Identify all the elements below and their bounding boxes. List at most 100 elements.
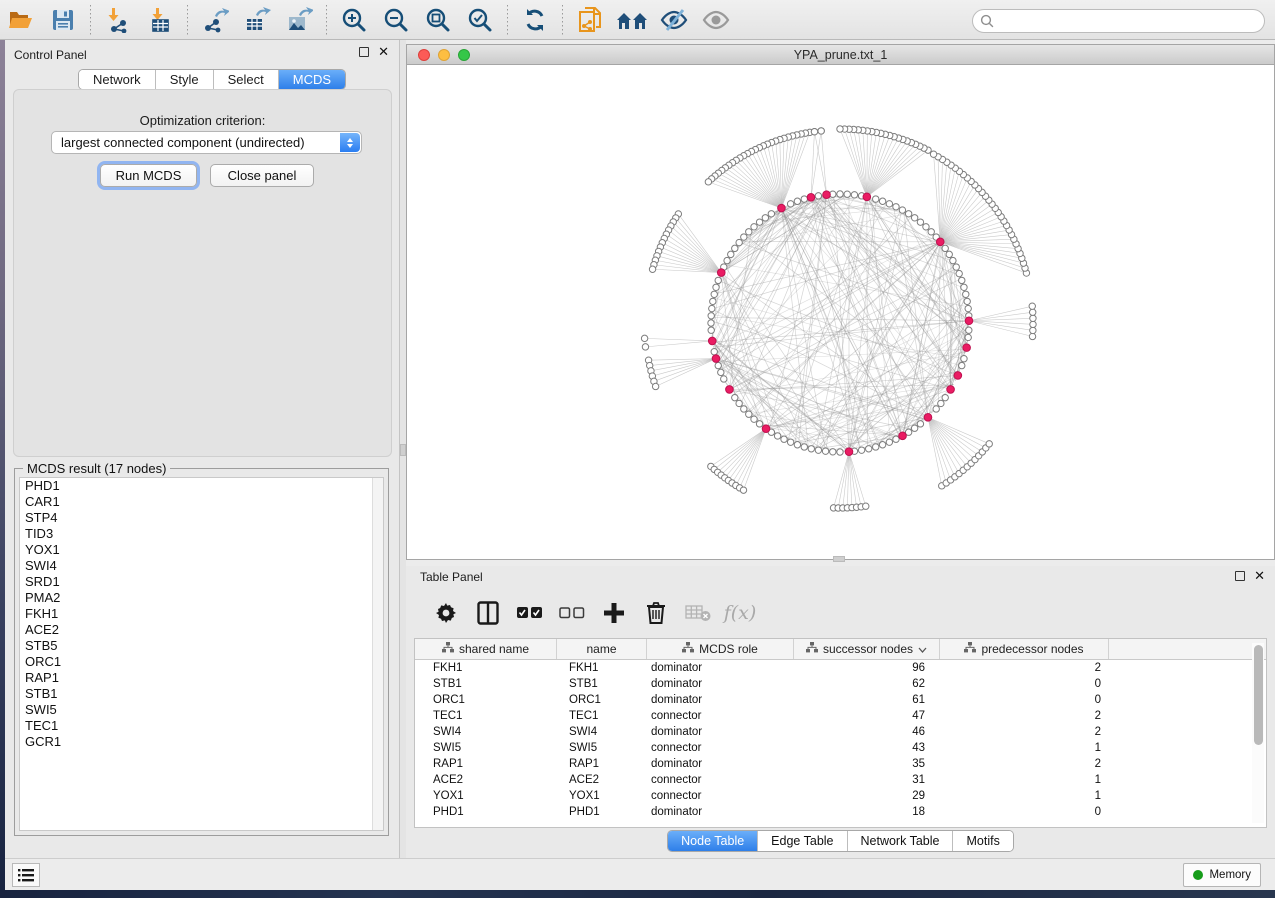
network-node[interactable] (708, 313, 714, 319)
network-node[interactable] (917, 219, 923, 225)
mcds-node-item[interactable]: YOX1 (20, 542, 383, 558)
network-node[interactable] (911, 215, 917, 221)
column-header-shared-name[interactable]: shared name (415, 639, 557, 659)
network-node[interactable] (708, 320, 714, 326)
search-input[interactable] (972, 9, 1265, 33)
network-node[interactable] (837, 126, 843, 132)
mcds-node-item[interactable]: STP4 (20, 510, 383, 526)
table-row[interactable]: FKH1FKH1dominator962 (415, 660, 1266, 676)
network-node[interactable] (815, 447, 821, 453)
network-node[interactable] (711, 291, 717, 297)
network-node[interactable] (768, 211, 774, 217)
table-row[interactable]: SWI5SWI5connector431 (415, 740, 1266, 756)
network-node[interactable] (959, 362, 965, 368)
mcds-hub-node[interactable] (947, 386, 955, 394)
network-node[interactable] (1030, 321, 1036, 327)
network-graph-canvas[interactable] (407, 65, 1274, 559)
mcds-hub-node[interactable] (708, 337, 716, 345)
network-node[interactable] (710, 298, 716, 304)
close-panel-button[interactable]: Close panel (210, 164, 314, 187)
mcds-hub-node[interactable] (954, 372, 962, 380)
mcds-hub-node[interactable] (899, 432, 907, 440)
mcds-node-item[interactable]: CAR1 (20, 494, 383, 510)
tab-node-table[interactable]: Node Table (668, 831, 758, 851)
export-table-icon[interactable] (240, 4, 274, 36)
network-node[interactable] (811, 128, 817, 134)
table-row[interactable]: ORC1ORC1dominator610 (415, 692, 1266, 708)
mcds-node-item[interactable]: GCR1 (20, 734, 383, 750)
show-columns-icon[interactable] (474, 598, 502, 628)
network-node[interactable] (815, 193, 821, 199)
column-header-MCDS-role[interactable]: MCDS role (647, 639, 794, 659)
mcds-node-item[interactable]: SWI4 (20, 558, 383, 574)
table-row[interactable]: ACE2ACE2connector311 (415, 772, 1266, 788)
network-node[interactable] (822, 448, 828, 454)
network-node[interactable] (938, 400, 944, 406)
open-file-icon[interactable] (4, 4, 38, 36)
network-node[interactable] (649, 266, 655, 272)
save-icon[interactable] (46, 4, 80, 36)
show-all-eye-icon[interactable] (699, 4, 733, 36)
mcds-node-item[interactable]: STB5 (20, 638, 383, 654)
mcds-hub-node[interactable] (965, 317, 973, 325)
tab-style[interactable]: Style (156, 70, 214, 89)
network-node[interactable] (837, 449, 843, 455)
network-node[interactable] (652, 383, 658, 389)
table-row[interactable]: SWI4SWI4dominator462 (415, 724, 1266, 740)
horizontal-splitter-handle[interactable] (833, 556, 845, 562)
table-row[interactable]: RAP1RAP1dominator352 (415, 756, 1266, 772)
network-node[interactable] (732, 245, 738, 251)
table-settings-gear-icon[interactable] (432, 598, 460, 628)
network-node[interactable] (721, 376, 727, 382)
network-node[interactable] (715, 362, 721, 368)
mcds-list-scrollbar[interactable] (372, 478, 383, 830)
network-node[interactable] (741, 406, 747, 412)
close-panel-icon[interactable]: ✕ (1254, 571, 1265, 581)
memory-button[interactable]: Memory (1183, 863, 1261, 887)
column-header-predecessor-nodes[interactable]: predecessor nodes (940, 639, 1109, 659)
mcds-node-item[interactable]: TEC1 (20, 718, 383, 734)
network-node[interactable] (964, 298, 970, 304)
network-node[interactable] (709, 305, 715, 311)
network-node[interactable] (1030, 327, 1036, 333)
close-panel-icon[interactable]: ✕ (378, 47, 389, 57)
network-node[interactable] (818, 128, 824, 134)
mcds-hub-node[interactable] (712, 355, 720, 363)
table-row[interactable]: TEC1TEC1connector472 (415, 708, 1266, 724)
mcds-result-list[interactable]: PHD1CAR1STP4TID3YOX1SWI4SRD1PMA2FKH1ACE2… (19, 477, 384, 831)
network-node[interactable] (928, 229, 934, 235)
network-node[interactable] (746, 411, 752, 417)
network-node[interactable] (893, 204, 899, 210)
tab-network-table[interactable]: Network Table (848, 831, 954, 851)
network-node[interactable] (886, 201, 892, 207)
network-node[interactable] (961, 356, 967, 362)
select-all-icon[interactable] (516, 598, 544, 628)
first-neighbors-icon[interactable] (615, 4, 649, 36)
delete-trash-icon[interactable] (642, 598, 670, 628)
duplicate-network-icon[interactable] (573, 4, 607, 36)
tab-select[interactable]: Select (214, 70, 279, 89)
network-node[interactable] (808, 446, 814, 452)
network-node[interactable] (858, 447, 864, 453)
network-node[interactable] (1029, 309, 1035, 315)
network-node[interactable] (930, 151, 936, 157)
network-node[interactable] (746, 229, 752, 235)
mcds-node-item[interactable]: ACE2 (20, 622, 383, 638)
network-node[interactable] (963, 291, 969, 297)
network-node[interactable] (762, 215, 768, 221)
network-node[interactable] (873, 196, 879, 202)
network-node[interactable] (801, 196, 807, 202)
network-node[interactable] (741, 234, 747, 240)
mcds-hub-node[interactable] (726, 386, 734, 394)
network-node[interactable] (794, 198, 800, 204)
network-node[interactable] (905, 211, 911, 217)
mcds-node-item[interactable]: PHD1 (20, 478, 383, 494)
float-panel-icon[interactable] (359, 47, 369, 57)
import-table-icon[interactable] (143, 4, 177, 36)
export-network-icon[interactable] (198, 4, 232, 36)
mcds-hub-node[interactable] (936, 238, 944, 246)
mcds-hub-node[interactable] (762, 425, 770, 433)
network-node[interactable] (751, 224, 757, 230)
mcds-node-item[interactable]: PMA2 (20, 590, 383, 606)
network-node[interactable] (781, 436, 787, 442)
